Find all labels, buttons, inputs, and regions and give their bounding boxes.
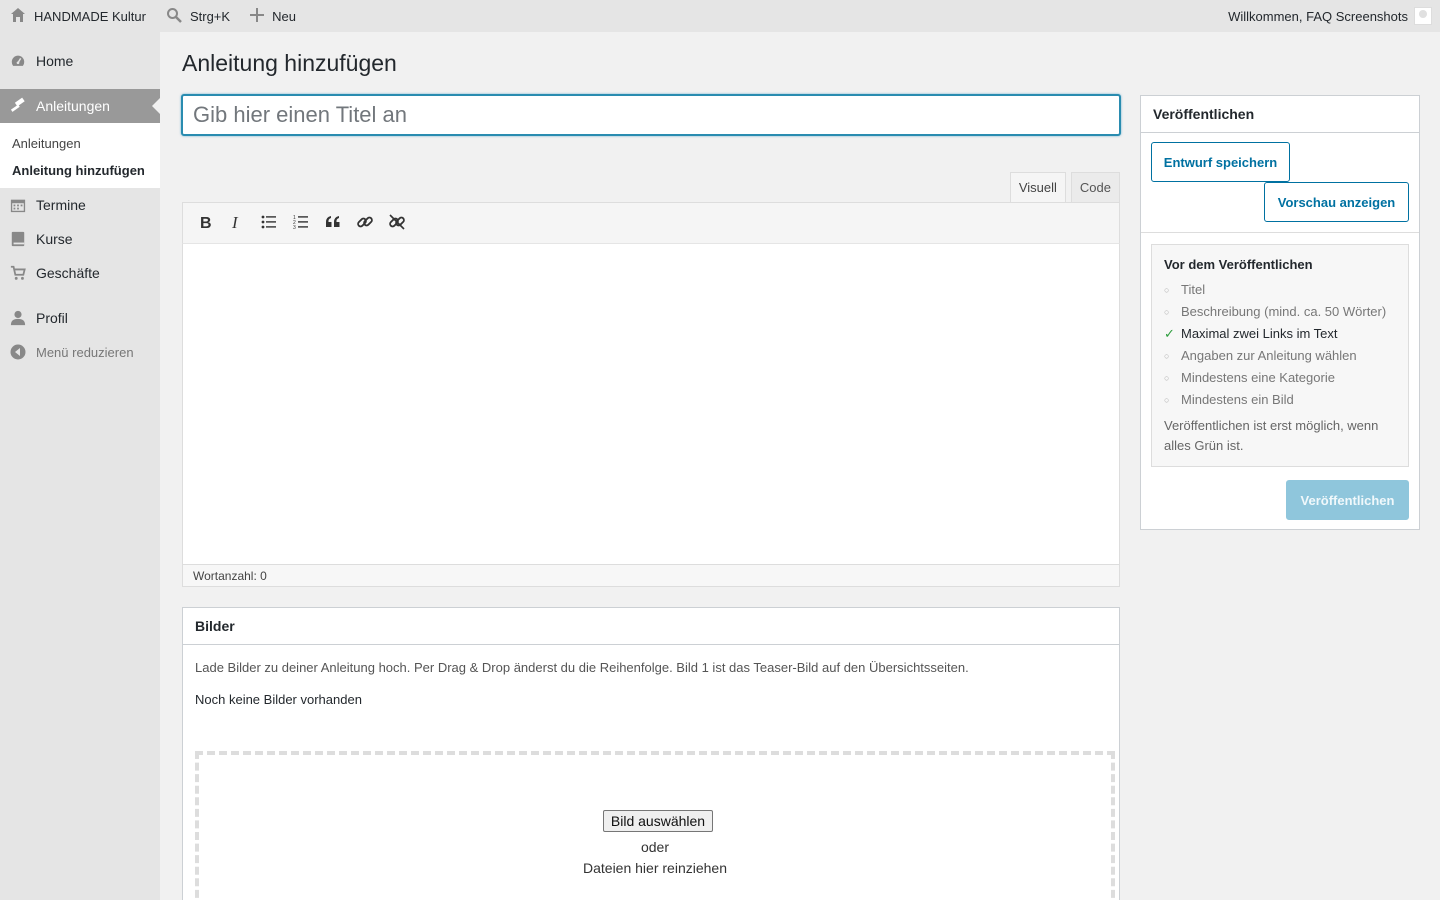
bulleted-list-icon [261,214,277,233]
sidebar-item-label: Home [36,53,74,69]
checklist-item: ✓ Maximal zwei Links im Text [1164,324,1396,346]
svg-text:B: B [200,215,212,230]
title-input[interactable] [181,94,1121,136]
sidebar-item-label: Profil [36,310,68,326]
calendar-icon [10,197,26,213]
tab-visual[interactable]: Visuell [1009,172,1066,203]
tab-code[interactable]: Code [1070,172,1120,203]
remove-link-button[interactable] [381,208,413,238]
sidebar-item-label: Geschäfte [36,265,100,281]
page-title: Anleitung hinzufügen [182,50,397,76]
sidebar-item-kurse[interactable]: Kurse [0,222,160,256]
site-home-link[interactable]: HANDMADE Kultur [0,0,156,32]
welcome-text: Willkommen, FAQ Screenshots [1228,8,1408,24]
book-icon [10,231,26,247]
checklist-item-label: Titel [1181,282,1206,297]
editor-tabs: Visuell Code [1005,172,1120,203]
svg-text:3: 3 [293,225,296,230]
checklist-item: ○ Titel [1164,280,1396,302]
editor-content-area[interactable] [182,243,1120,565]
choose-image-button[interactable]: Bild auswählen [603,810,713,832]
publish-checklist: Vor dem Veröffentlichen ○ Titel ○ Beschrei… [1151,244,1409,467]
link-icon [356,213,374,234]
submenu-item-anleitungen[interactable]: Anleitungen [0,130,160,157]
numbered-list-button[interactable]: 123 [285,208,317,238]
blockquote-icon [325,214,341,233]
italic-icon: I [229,213,245,233]
divider [1141,232,1419,233]
publish-button[interactable]: Veröffentlichen [1286,480,1409,520]
checklist-item: ○ Mindestens eine Kategorie [1164,368,1396,390]
new-label: Neu [272,8,296,24]
italic-button[interactable]: I [221,208,253,238]
plus-icon [250,7,272,25]
unlink-icon [388,213,406,234]
images-description: Lade Bilder zu deiner Anleitung hoch. Pe… [195,660,969,675]
bulleted-list-button[interactable] [253,208,285,238]
checklist-item-label: Mindestens eine Kategorie [1181,370,1335,385]
content-editor: Visuell Code B I 123 Wortanzahl: 0 [182,172,1120,587]
collapse-menu-label: Menü reduzieren [36,344,134,360]
checklist-item: ○ Beschreibung (mind. ca. 50 Wörter) [1164,302,1396,324]
circle-icon: ○ [1164,351,1170,361]
avatar [1414,7,1432,25]
word-count: Wortanzahl: 0 [182,564,1120,587]
dashboard-icon [10,53,26,69]
circle-icon: ○ [1164,395,1170,405]
circle-icon: ○ [1164,285,1170,295]
svg-text:I: I [231,214,239,230]
checklist-item-label: Beschreibung (mind. ca. 50 Wörter) [1181,304,1387,319]
account-menu[interactable]: Willkommen, FAQ Screenshots [1228,7,1440,25]
home-icon [10,7,34,26]
sidebar-item-profil[interactable]: Profil [0,301,160,335]
sidebar-item-label: Kurse [36,231,73,247]
site-name: HANDMADE Kultur [34,8,146,24]
circle-icon: ○ [1164,307,1170,317]
cart-icon [10,265,26,281]
checklist-title: Vor dem Veröffentlichen [1164,257,1313,272]
checkmark-icon: ✓ [1164,326,1175,341]
checklist-item-label: Mindestens ein Bild [1181,392,1294,407]
images-box-title: Bilder [183,608,1119,645]
checklist-item: ○ Angaben zur Anleitung wählen [1164,346,1396,368]
drag-files-text: Dateien hier reinziehen [583,860,727,876]
circle-icon: ○ [1164,373,1170,383]
collapse-menu-button[interactable]: Menü reduzieren [0,335,160,369]
new-content-button[interactable]: Neu [240,0,306,32]
editor-toolbar: B I 123 [182,202,1120,244]
submenu-item-anleitung-hinzufuegen[interactable]: Anleitung hinzufügen [0,157,160,184]
publish-box: Veröffentlichen Entwurf speichern Vorsch… [1140,95,1420,530]
sidebar-item-label: Termine [36,197,86,213]
blockquote-button[interactable] [317,208,349,238]
save-draft-button[interactable]: Entwurf speichern [1151,142,1290,182]
sidebar-item-termine[interactable]: Termine [0,188,160,222]
search-shortcut-button[interactable]: Strg+K [156,0,240,32]
insert-link-button[interactable] [349,208,381,238]
admin-sidebar: Home Anleitungen Anleitungen Anleitung h… [0,32,160,900]
sidebar-item-home[interactable]: Home [0,44,160,78]
image-dropzone[interactable]: Bild auswählen oder Dateien hier reinzie… [195,751,1115,900]
search-shortcut-label: Strg+K [189,8,231,24]
checklist-item-label: Maximal zwei Links im Text [1181,326,1338,341]
checklist-item-label: Angaben zur Anleitung wählen [1181,348,1357,363]
or-text: oder [640,839,670,855]
sidebar-item-label: Anleitungen [36,98,110,114]
hammer-icon [10,97,26,114]
search-icon [166,7,190,26]
collapse-arrow-icon [10,344,26,360]
bold-button[interactable]: B [189,208,221,238]
bold-icon: B [197,214,213,233]
sidebar-item-anleitungen[interactable]: Anleitungen [0,89,160,123]
anleitungen-submenu: Anleitungen Anleitung hinzufügen [0,123,160,188]
numbered-list-icon: 123 [293,214,309,233]
preview-button[interactable]: Vorschau anzeigen [1264,182,1409,222]
images-empty-text: Noch keine Bilder vorhanden [195,692,362,707]
checklist-item: ○ Mindestens ein Bild [1164,390,1396,412]
admin-bar: HANDMADE Kultur Strg+K Neu Willkommen, F… [0,0,1440,32]
sidebar-item-geschaefte[interactable]: Geschäfte [0,256,160,290]
user-icon [10,310,26,326]
images-box: Bilder Lade Bilder zu deiner Anleitung h… [182,607,1120,900]
publish-note: Veröffentlichen ist erst möglich, wenn a… [1164,418,1379,453]
publish-box-title: Veröffentlichen [1141,96,1419,133]
